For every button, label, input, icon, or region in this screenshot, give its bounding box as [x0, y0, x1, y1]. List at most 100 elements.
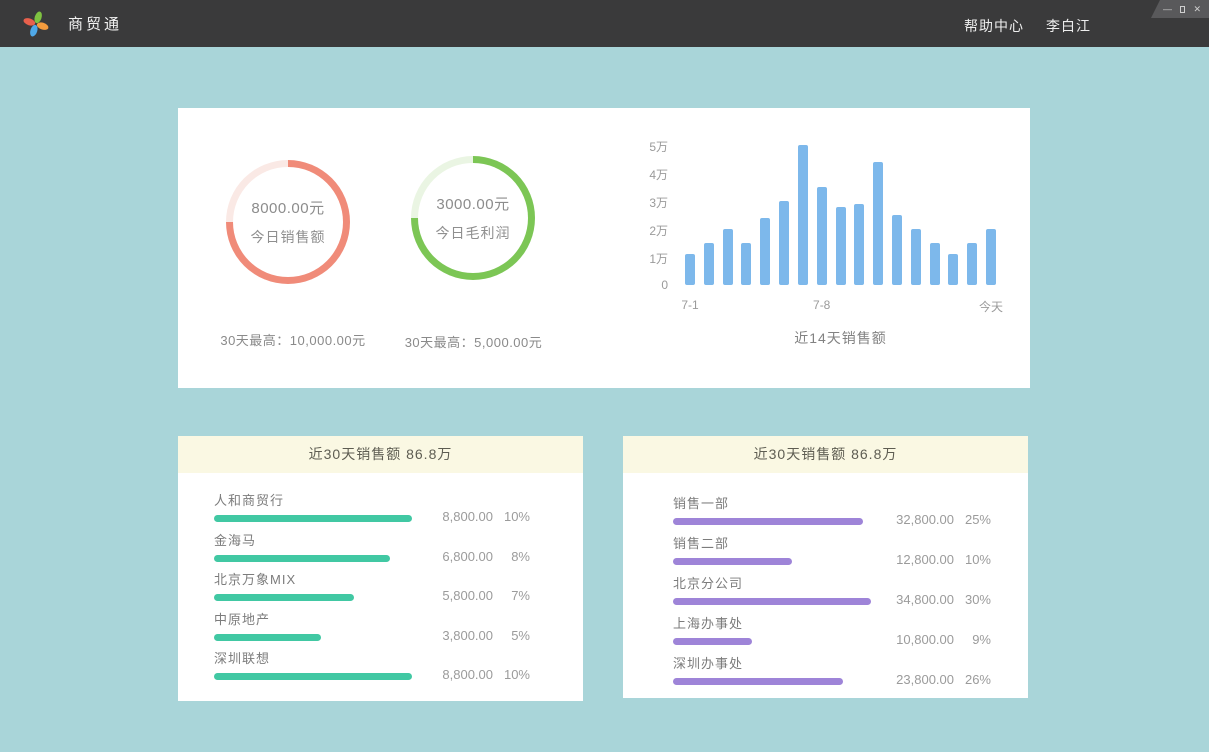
rank-row-value: 8,800.00 10%: [421, 509, 530, 524]
maximize-icon[interactable]: [1180, 6, 1185, 13]
today-profit-donut-center: 3000.00元 今日毛利润: [418, 163, 528, 273]
bar: [704, 243, 714, 285]
rank-row-percent: 7%: [500, 588, 530, 603]
y-tick-label: 5万: [623, 138, 668, 155]
bar: [723, 229, 733, 285]
rank-row-percent: 10%: [500, 509, 530, 524]
rank-row-value: 5,800.007%: [421, 588, 530, 603]
rank-row: 深圳办事处23,800.00 26%: [673, 656, 991, 696]
rank-row-name: 销售一部: [673, 496, 991, 511]
rank-row: 中原地产3,800.005%: [214, 612, 530, 652]
rank-row: 销售二部12,800.00 10%: [673, 536, 991, 576]
rank-row-name: 人和商贸行: [214, 493, 530, 508]
department-rank-body: 销售一部32,800.0025%销售二部12,800.0010%北京分公司34,…: [623, 473, 1028, 696]
rank-row-bar: [673, 518, 863, 525]
bar: [948, 254, 958, 285]
rank-row-name: 销售二部: [673, 536, 991, 551]
rank-row-name: 北京分公司: [673, 576, 991, 591]
user-name-link[interactable]: 李白江: [1046, 16, 1091, 36]
rank-row-bar: [673, 598, 871, 605]
customer-rank-body: 人和商贸行8,800.0010%金海马6,800.008%北京万象MIX5,80…: [178, 473, 583, 691]
today-sales-value: 8000.00元: [251, 197, 324, 218]
rank-row-name: 深圳办事处: [673, 656, 991, 671]
rank-row-amount: 32,800.00: [882, 512, 954, 527]
minimize-icon[interactable]: —: [1163, 4, 1172, 14]
rank-row-name: 北京万象MIX: [214, 572, 530, 587]
today-sales-label: 今日销售额: [251, 227, 326, 247]
rank-row-value: 32,800.0025%: [882, 512, 991, 527]
rank-row-value: 8,800.00 10%: [421, 667, 530, 682]
rank-row: 金海马6,800.008%: [214, 533, 530, 573]
rank-row-amount: 23,800.00: [882, 672, 954, 687]
rank-row-amount: 3,800.00: [421, 628, 493, 643]
app-window: 商贸通 帮助中心 李白江 — ✕ 8000.00元 今日销售额 30天最高：10…: [0, 0, 1209, 752]
bar: [798, 145, 808, 285]
rank-row-percent: 8%: [500, 549, 530, 564]
bar: [930, 243, 940, 285]
rank-row-value: 3,800.00 5%: [421, 628, 530, 643]
rank-row-percent: 26%: [961, 672, 991, 687]
rank-row-bar: [214, 634, 321, 641]
x-tick-label: 7-1: [681, 298, 698, 312]
y-tick-label: 3万: [623, 194, 668, 211]
today-profit-30day-max: 30天最高：5,000.00元: [356, 332, 591, 351]
bar: [817, 187, 827, 285]
window-controls: — ✕: [1151, 0, 1209, 18]
app-title: 商贸通: [68, 13, 122, 34]
customer-rank-card: 近30天销售额 86.8万 人和商贸行8,800.0010%金海马6,800.0…: [178, 436, 583, 701]
rank-row-bar: [673, 678, 843, 685]
today-sales-donut: 8000.00元 今日销售额: [226, 160, 350, 284]
bar-chart-x-axis: 7-17-8今天: [685, 298, 996, 314]
rank-row: 人和商贸行8,800.00 10%: [214, 493, 530, 533]
rank-row: 销售一部32,800.0025%: [673, 496, 991, 536]
rank-row-percent: 10%: [961, 552, 991, 567]
rank-row-amount: 12,800.00: [882, 552, 954, 567]
bar-chart-caption: 近14天销售额: [685, 328, 996, 348]
rank-row-percent: 10%: [500, 667, 530, 682]
rank-row-bar: [214, 515, 412, 522]
rank-row-name: 上海办事处: [673, 616, 991, 631]
bar: [873, 162, 883, 285]
y-tick-label: 4万: [623, 166, 668, 183]
y-tick-label: 0: [623, 278, 668, 292]
rank-row-percent: 5%: [500, 628, 530, 643]
today-profit-value: 3000.00元: [436, 193, 509, 214]
rank-row-value: 6,800.008%: [421, 549, 530, 564]
rank-row-value: 34,800.0030%: [882, 592, 991, 607]
today-sales-donut-center: 8000.00元 今日销售额: [233, 167, 343, 277]
y-tick-label: 2万: [623, 222, 668, 239]
rank-row: 上海办事处10,800.00 9%: [673, 616, 991, 656]
today-summary-card: 8000.00元 今日销售额 30天最高：10,000.00元 3000.00元…: [178, 108, 1030, 388]
bar: [685, 254, 695, 285]
bar-chart-plot: [685, 145, 996, 285]
help-center-link[interactable]: 帮助中心: [964, 16, 1024, 36]
bar: [741, 243, 751, 285]
rank-row-percent: 30%: [961, 592, 991, 607]
rank-row-bar: [673, 638, 752, 645]
bar: [779, 201, 789, 285]
rank-row: 北京分公司34,800.0030%: [673, 576, 991, 616]
bar: [836, 207, 846, 285]
rank-row-amount: 8,800.00: [421, 667, 493, 682]
bar: [911, 229, 921, 285]
rank-row: 深圳联想8,800.0010%: [214, 651, 530, 691]
close-icon[interactable]: ✕: [1193, 4, 1201, 14]
x-tick-label: 7-8: [813, 298, 830, 312]
today-profit-label: 今日毛利润: [436, 223, 511, 243]
rank-row-amount: 10,800.00: [882, 632, 954, 647]
rank-row-value: 23,800.00 26%: [882, 672, 991, 687]
bar-chart-y-axis: 5万4万3万2万1万0: [623, 145, 668, 285]
x-tick-label: 今天: [979, 298, 1003, 315]
today-profit-donut: 3000.00元 今日毛利润: [411, 156, 535, 280]
rank-row-amount: 8,800.00: [421, 509, 493, 524]
bar: [854, 204, 864, 285]
rank-row-value: 10,800.00 9%: [882, 632, 991, 647]
bar: [892, 215, 902, 285]
rank-row-bar: [214, 555, 390, 562]
bar: [967, 243, 977, 285]
rank-row-percent: 9%: [961, 632, 991, 647]
rank-row-bar: [673, 558, 792, 565]
pinwheel-logo-icon: [22, 10, 50, 38]
rank-row: 北京万象MIX5,800.007%: [214, 572, 530, 612]
department-rank-title: 近30天销售额 86.8万: [623, 436, 1028, 473]
